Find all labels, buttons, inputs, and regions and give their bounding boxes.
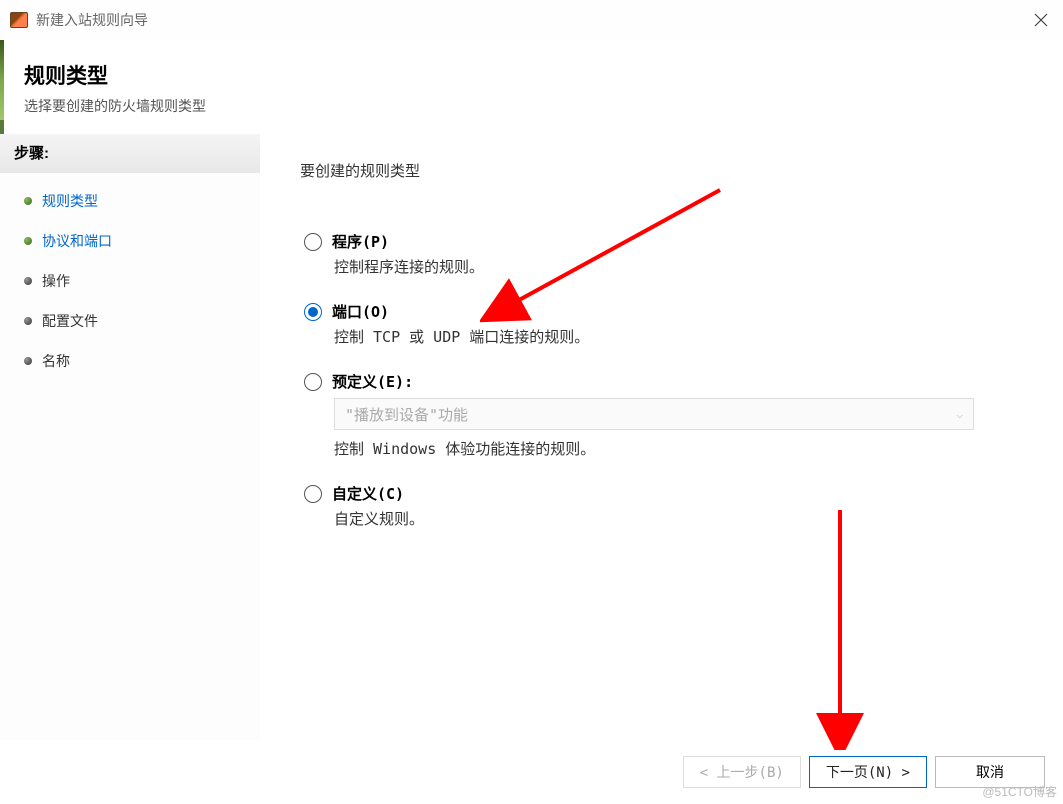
step-list: 规则类型 协议和端口 操作 配置文件 名称	[0, 173, 260, 381]
chevron-down-icon: ⌵	[956, 408, 963, 421]
wizard-footer: < 上一步(B) 下一页(N) > 取消	[0, 740, 1063, 804]
next-button[interactable]: 下一页(N) >	[809, 756, 927, 788]
rule-type-radio-group: 程序(P) 控制程序连接的规则。 端口(O) 控制 TCP 或 UDP 端口连接…	[300, 231, 1023, 529]
radio-custom[interactable]	[304, 485, 322, 503]
step-label: 名称	[42, 351, 70, 371]
radio-option-custom: 自定义(C) 自定义规则。	[304, 483, 1023, 529]
radio-label[interactable]: 端口(O)	[332, 301, 389, 322]
step-protocol-port[interactable]: 协议和端口	[0, 221, 260, 261]
header-accent	[0, 40, 4, 120]
radio-option-predefined: 预定义(E): "播放到设备"功能 ⌵ 控制 Windows 体验功能连接的规则…	[304, 371, 1023, 459]
radio-label[interactable]: 预定义(E):	[332, 371, 413, 392]
radio-program[interactable]	[304, 233, 322, 251]
steps-heading: 步骤:	[0, 134, 260, 173]
bullet-icon	[24, 197, 32, 205]
close-icon	[1034, 13, 1048, 27]
radio-desc: 控制 TCP 或 UDP 端口连接的规则。	[304, 326, 1023, 347]
radio-option-program: 程序(P) 控制程序连接的规则。	[304, 231, 1023, 277]
radio-predefined[interactable]	[304, 373, 322, 391]
step-label: 配置文件	[42, 311, 98, 331]
back-button: < 上一步(B)	[683, 756, 801, 788]
step-action[interactable]: 操作	[0, 261, 260, 301]
wizard-header: 规则类型 选择要创建的防火墙规则类型	[0, 40, 1063, 134]
titlebar: 新建入站规则向导	[0, 0, 1063, 40]
step-label: 协议和端口	[42, 231, 112, 251]
radio-port[interactable]	[304, 303, 322, 321]
step-name[interactable]: 名称	[0, 341, 260, 381]
page-subtitle: 选择要创建的防火墙规则类型	[24, 96, 1043, 116]
step-rule-type[interactable]: 规则类型	[0, 181, 260, 221]
radio-option-port: 端口(O) 控制 TCP 或 UDP 端口连接的规则。	[304, 301, 1023, 347]
step-profile[interactable]: 配置文件	[0, 301, 260, 341]
page-title: 规则类型	[24, 60, 1043, 90]
bullet-icon	[24, 317, 32, 325]
watermark: @51CTO博客	[982, 783, 1057, 800]
step-label: 操作	[42, 271, 70, 291]
step-label: 规则类型	[42, 191, 98, 211]
bullet-icon	[24, 277, 32, 285]
main-panel: 要创建的规则类型 程序(P) 控制程序连接的规则。 端口(O) 控制 TCP 或…	[260, 134, 1063, 740]
window-title: 新建入站规则向导	[36, 10, 148, 30]
dropdown-value: "播放到设备"功能	[345, 404, 468, 425]
radio-desc: 控制程序连接的规则。	[304, 256, 1023, 277]
radio-label[interactable]: 程序(P)	[332, 231, 389, 252]
bullet-icon	[24, 357, 32, 365]
close-button[interactable]	[1029, 8, 1053, 32]
predefined-dropdown: "播放到设备"功能 ⌵	[334, 398, 974, 430]
bullet-icon	[24, 237, 32, 245]
radio-label[interactable]: 自定义(C)	[332, 483, 404, 504]
radio-desc: 自定义规则。	[304, 508, 1023, 529]
panel-title: 要创建的规则类型	[300, 160, 1023, 181]
radio-desc: 控制 Windows 体验功能连接的规则。	[304, 438, 1023, 459]
firewall-icon	[10, 12, 28, 28]
steps-sidebar: 步骤: 规则类型 协议和端口 操作 配置文件	[0, 134, 260, 740]
